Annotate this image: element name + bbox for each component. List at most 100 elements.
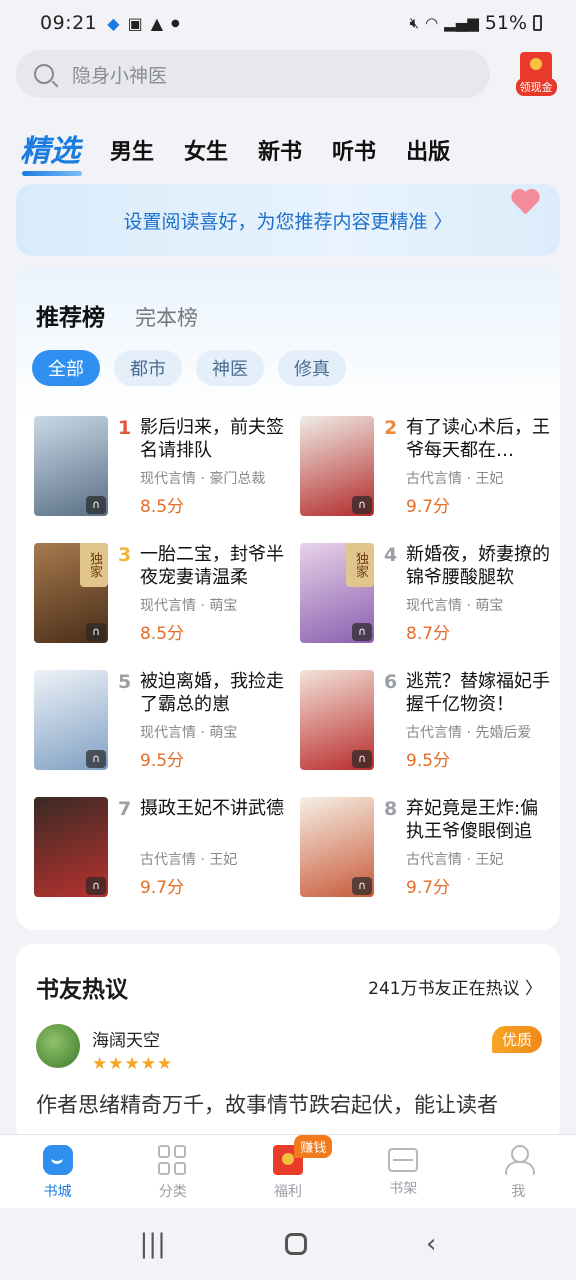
rank-number: 5 — [118, 671, 132, 693]
heart-icon — [510, 190, 540, 216]
tab-publish[interactable]: 出版 — [406, 134, 450, 172]
book-cover[interactable]: ∩ — [300, 416, 374, 516]
nav-label: 书城 — [43, 1184, 72, 1200]
headphones-icon: ∩ — [352, 623, 372, 641]
book-score: 8.5分 — [140, 624, 185, 644]
shield-icon: ◆ — [107, 13, 120, 33]
book-title[interactable]: 一胎二宝，封爷半夜宠妻请温柔 — [140, 543, 290, 589]
book-title[interactable]: 摄政王妃不讲武德 — [140, 797, 290, 820]
nav-bookshelf[interactable]: 书架 — [346, 1135, 461, 1208]
system-nav-bar: ||| ‹ — [0, 1208, 576, 1280]
book-title[interactable]: 有了读心术后，王爷每天都在… — [406, 416, 556, 462]
book-cover[interactable]: ∩ — [300, 797, 374, 897]
book-item[interactable]: ∩ 6 逃荒？替嫁福妃手握千亿物资！ 古代言情 · 先婚后爱 9.5分 — [300, 670, 560, 774]
book-meta: 现代言情 · 萌宝 — [406, 598, 504, 614]
search-input[interactable]: 隐身小神医 — [16, 50, 490, 98]
book-title[interactable]: 弃妃竟是王炸:偏执王爷傻眼倒追 — [406, 797, 556, 843]
avatar[interactable] — [36, 1024, 80, 1068]
nav-category[interactable]: 分类 — [115, 1135, 230, 1208]
discussion-more-link[interactable]: 241万书友正在热议 〉 — [368, 974, 542, 999]
headphones-icon: ∩ — [86, 877, 106, 895]
book-score: 9.7分 — [140, 878, 185, 898]
book-meta: 现代言情 · 萌宝 — [140, 725, 238, 741]
book-title[interactable]: 影后归来，前夫签名请排队 — [140, 416, 290, 462]
wifi-icon: ◠ — [425, 14, 439, 32]
dot-icon: ● — [171, 17, 180, 29]
rank-number: 3 — [118, 544, 132, 566]
book-title[interactable]: 被迫离婚，我捡走了霸总的崽 — [140, 670, 290, 716]
headphones-icon: ∩ — [86, 496, 106, 514]
book-score: 8.7分 — [406, 624, 451, 644]
book-item[interactable]: 独家 ∩ 3 一胎二宝，封爷半夜宠妻请温柔 现代言情 · 萌宝 8.5分 — [34, 543, 294, 647]
user-icon — [503, 1145, 536, 1175]
chip-cultivation[interactable]: 修真 — [278, 350, 346, 386]
search-placeholder: 隐身小神医 — [72, 64, 168, 87]
book-item[interactable]: ∩ 1 影后归来，前夫签名请排队 现代言情 · 豪门总裁 8.5分 — [34, 416, 294, 520]
back-icon[interactable]: ‹ — [426, 1229, 436, 1259]
earn-badge: 赚钱 — [294, 1135, 333, 1158]
tab-male[interactable]: 男生 — [110, 134, 154, 172]
nav-label: 福利 — [274, 1184, 302, 1200]
headphones-icon: ∩ — [352, 750, 372, 768]
home-icon[interactable] — [284, 1233, 307, 1255]
signal-icon: ▂▄▆ — [444, 14, 479, 32]
book-item[interactable]: 独家 ∩ 4 新婚夜，娇妻撩的锦爷腰酸腿软现代言情 · 萌宝 8.7分 — [300, 543, 560, 647]
nav-bookstore[interactable]: 书城 — [0, 1135, 115, 1208]
book-meta: 现代言情 · 豪门总裁 — [140, 471, 266, 487]
chip-urban[interactable]: 都市 — [114, 350, 182, 386]
status-time: 09:21 — [40, 12, 98, 34]
chip-doctor[interactable]: 神医 — [196, 350, 264, 386]
book-item[interactable]: ∩ 2 有了读心术后，王爷每天都在… 古代言情 · 王妃 9.7分 — [300, 416, 560, 520]
book-meta: 古代言情 · 王妃 — [406, 471, 504, 487]
image-icon: ▣ — [127, 13, 143, 33]
ranking-tabs: 推荐榜 完本榜 — [36, 298, 198, 332]
tab-completed-rank[interactable]: 完本榜 — [135, 302, 198, 332]
book-cover[interactable]: 独家 ∩ — [300, 543, 374, 643]
exclusive-badge: 独家 — [346, 543, 374, 587]
category-chips: 全部 都市 神医 修真 — [32, 350, 346, 386]
book-score: 9.7分 — [406, 497, 451, 517]
tab-new-books[interactable]: 新书 — [258, 134, 302, 172]
rank-number: 4 — [384, 544, 398, 566]
chip-all[interactable]: 全部 — [32, 350, 100, 386]
rank-number: 7 — [118, 798, 132, 820]
book-meta: 古代言情 · 王妃 — [406, 852, 504, 868]
book-cover[interactable]: ∩ — [34, 670, 108, 770]
book-cover[interactable]: 独家 ∩ — [34, 543, 108, 643]
tab-audio[interactable]: 听书 — [332, 134, 376, 172]
book-score: 9.5分 — [406, 751, 451, 771]
book-title[interactable]: 新婚夜，娇妻撩的锦爷腰酸腿软 — [406, 543, 556, 589]
book-item[interactable]: ∩ 7 摄政王妃不讲武德 古代言情 · 王妃 9.7分 — [34, 797, 294, 901]
recent-apps-icon[interactable]: ||| — [140, 1229, 166, 1259]
mute-icon: 🔇︎ — [409, 14, 420, 32]
tab-recommend-rank[interactable]: 推荐榜 — [36, 298, 105, 332]
tab-female[interactable]: 女生 — [184, 134, 228, 172]
headphones-icon: ∩ — [352, 877, 372, 895]
headphones-icon: ∩ — [86, 623, 106, 641]
book-item[interactable]: ∩ 8 弃妃竟是王炸:偏执王爷傻眼倒追 古代言情 · 王妃 9.7分 — [300, 797, 560, 901]
nav-me[interactable]: 我 — [461, 1135, 576, 1208]
book-title[interactable]: 逃荒？替嫁福妃手握千亿物资！ — [406, 670, 556, 716]
nav-welfare[interactable]: 福利 赚钱 — [230, 1135, 345, 1208]
banner-text: 设置阅读喜好，为您推荐内容更精准 〉 — [123, 210, 453, 233]
headphones-icon: ∩ — [352, 496, 372, 514]
nav-label: 书架 — [389, 1181, 418, 1197]
battery-icon — [533, 15, 542, 31]
preference-banner[interactable]: 设置阅读喜好，为您推荐内容更精准 〉 — [16, 184, 560, 256]
book-meta: 古代言情 · 先婚后爱 — [406, 725, 532, 741]
bookshelf-icon — [388, 1148, 419, 1172]
status-right: 🔇︎ ◠ ▂▄▆ 51% — [410, 12, 542, 34]
book-score: 9.5分 — [140, 751, 185, 771]
nav-label: 我 — [511, 1184, 526, 1200]
book-cover[interactable]: ∩ — [34, 797, 108, 897]
comment-text[interactable]: 作者思绪精奇万千，故事情节跌宕起伏，能让读者 — [36, 1088, 546, 1122]
tab-featured[interactable]: 精选 — [20, 126, 82, 176]
redpack-button[interactable]: 领现金 — [512, 52, 560, 98]
book-item[interactable]: ∩ 5 被迫离婚，我捡走了霸总的崽现代言情 · 萌宝 9.5分 — [34, 670, 294, 774]
rank-number: 8 — [384, 798, 398, 820]
user-name[interactable]: 海阔天空 — [92, 1026, 160, 1051]
book-cover[interactable]: ∩ — [34, 416, 108, 516]
search-icon — [34, 64, 54, 84]
book-cover[interactable]: ∩ — [300, 670, 374, 770]
headphones-icon: ∩ — [86, 750, 106, 768]
